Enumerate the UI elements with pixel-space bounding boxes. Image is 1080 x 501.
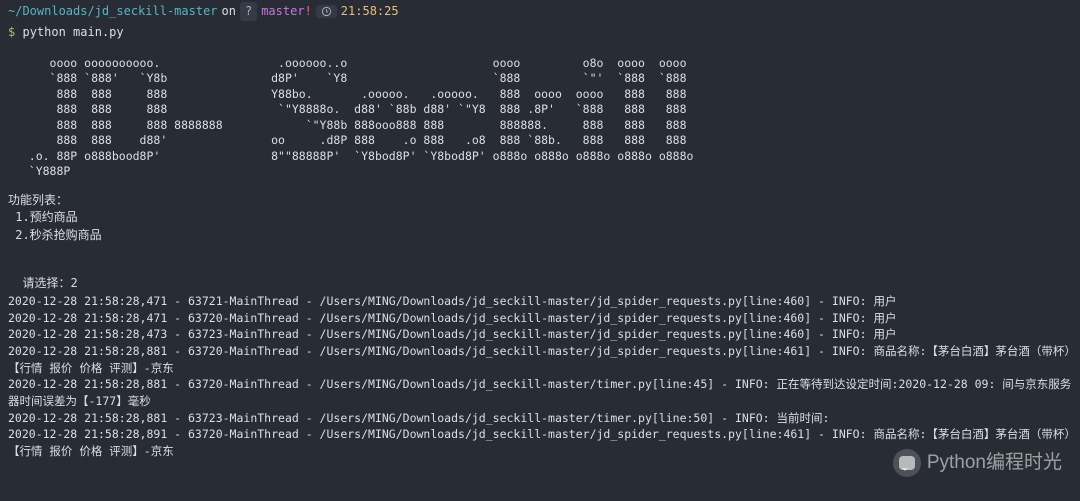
log-line-4: 2020-12-28 21:58:28,881 - 63720-MainThre… [0, 343, 1080, 376]
log-line-6: 2020-12-28 21:58:28,881 - 63723-MainThre… [0, 410, 1080, 427]
branch-icon: ? [240, 2, 257, 21]
prompt-symbol: $ [8, 25, 15, 39]
on-label: on [222, 3, 236, 20]
terminal-status-bar: ~/Downloads/jd_seckill-master on ? maste… [0, 0, 1080, 21]
command-text: python main.py [22, 25, 123, 39]
clock-time: 21:58:25 [341, 3, 399, 20]
menu-item-2: 2.秒杀抢购商品 [0, 227, 1080, 244]
select-prompt-label: 请选择： [22, 276, 70, 290]
log-line-2: 2020-12-28 21:58:28,471 - 63720-MainThre… [0, 310, 1080, 327]
log-line-1: 2020-12-28 21:58:28,471 - 63721-MainThre… [0, 293, 1080, 310]
menu-item-1: 1.预约商品 [0, 209, 1080, 226]
select-input-value[interactable]: 2 [70, 276, 77, 290]
select-prompt-line[interactable]: 请选择：2 [0, 258, 1080, 293]
cwd-path: ~/Downloads/jd_seckill-master [8, 3, 218, 20]
git-branch: master! [261, 3, 312, 20]
log-line-7: 2020-12-28 21:58:28,891 - 63720-MainThre… [0, 426, 1080, 459]
log-line-3: 2020-12-28 21:58:28,473 - 63723-MainThre… [0, 326, 1080, 343]
log-line-5: 2020-12-28 21:58:28,881 - 63720-MainThre… [0, 376, 1080, 409]
clock-icon [316, 5, 337, 18]
prompt-line[interactable]: $ python main.py [0, 21, 1080, 47]
menu-header: 功能列表： [0, 192, 1080, 209]
ascii-banner: oooo oooooooooo. .oooooo..o oooo o8o ooo… [0, 56, 1080, 180]
